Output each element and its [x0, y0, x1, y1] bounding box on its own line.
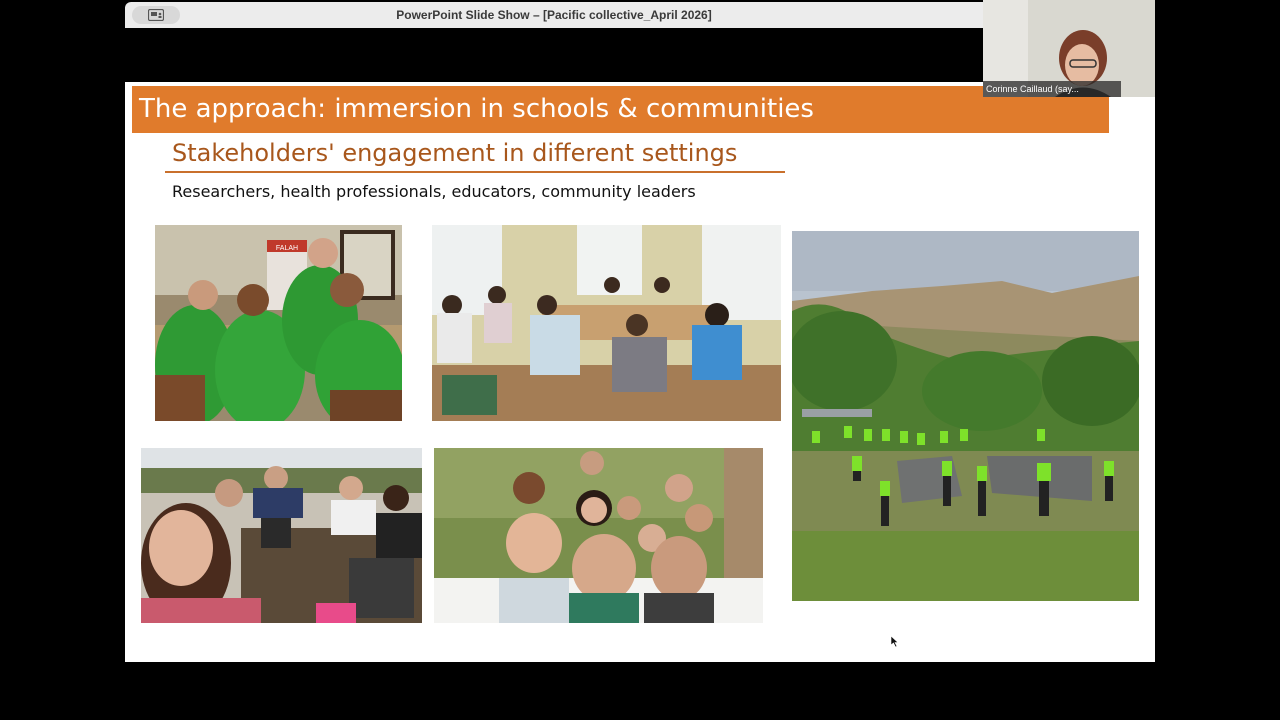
window-title: PowerPoint Slide Show – [Pacific collect… — [396, 8, 712, 22]
photo-meeting-room — [432, 225, 781, 421]
photo-outdoor-group-hill — [792, 231, 1139, 601]
subtitle-underline — [165, 171, 785, 173]
slide-subtitle: Stakeholders' engagement in different se… — [172, 139, 738, 167]
participant-video-tile[interactable]: Corinne Caillaud (say... — [983, 0, 1155, 97]
presenter-view-button[interactable] — [132, 6, 180, 24]
slide: The approach: immersion in schools & com… — [125, 82, 1155, 662]
photo-workshop-green-shirts: FALAH — [155, 225, 402, 421]
stakeholders-text: Researchers, health professionals, educa… — [172, 182, 696, 201]
slide-title: The approach: immersion in schools & com… — [139, 94, 814, 124]
photo-selfie-laptop-table — [141, 448, 422, 623]
screen: PowerPoint Slide Show – [Pacific collect… — [0, 0, 1280, 720]
mouse-cursor-icon — [891, 636, 899, 647]
slide-banner: The approach: immersion in schools & com… — [132, 86, 1109, 133]
poster-text: FALAH — [276, 245, 298, 252]
photo-group-selfie-garden — [434, 448, 763, 623]
presenter-view-icon — [148, 9, 164, 21]
window-titlebar[interactable]: PowerPoint Slide Show – [Pacific collect… — [125, 2, 983, 28]
participant-name: Corinne Caillaud (say... — [983, 81, 1121, 97]
